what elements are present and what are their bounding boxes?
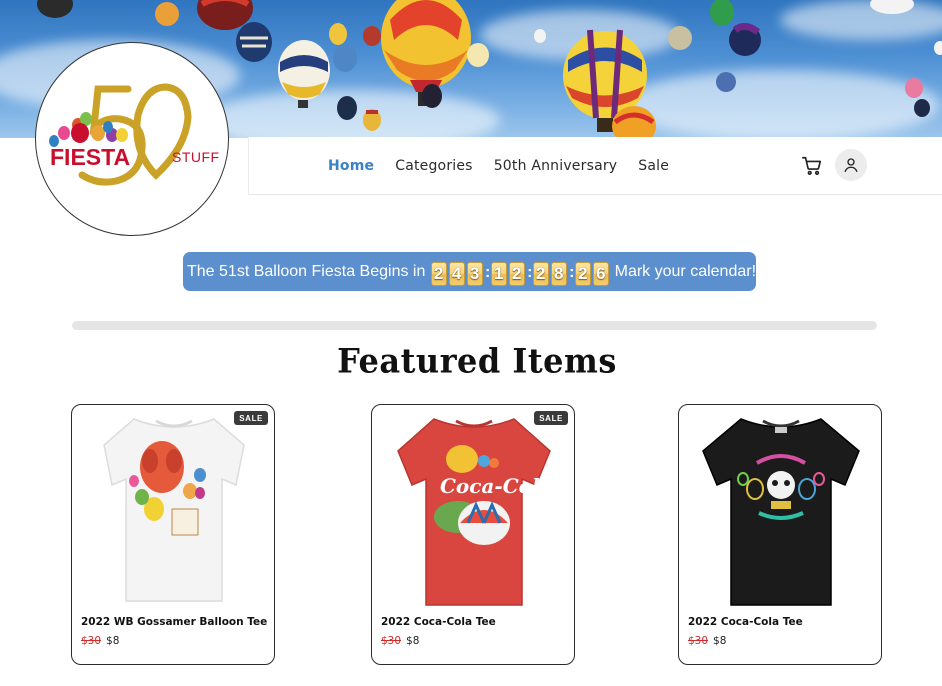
white-tshirt-image	[103, 418, 245, 602]
sale-badge: SALE	[234, 411, 268, 425]
original-price: $30	[81, 635, 102, 647]
product-price: $30 $8	[381, 635, 419, 647]
nav-sale[interactable]: Sale	[638, 158, 669, 174]
svg-text:Coca-Cola: Coca-Cola	[440, 474, 553, 498]
countdown-hours: Hours 1 2	[490, 246, 527, 286]
product-card-coca-cola-black-tee[interactable]: 2022 Coca-Cola Tee $30 $8	[678, 404, 882, 665]
product-name[interactable]: 2022 Coca-Cola Tee	[381, 616, 496, 628]
site-logo[interactable]: FIESTA STUFF	[35, 42, 229, 236]
digit: 3	[466, 261, 483, 286]
digit: 4	[448, 261, 465, 286]
product-price: $30 $8	[81, 635, 119, 647]
section-divider	[72, 321, 877, 330]
featured-items-title: Featured Items	[337, 341, 617, 381]
digit: 2	[430, 261, 447, 286]
shopping-cart-icon[interactable]	[801, 155, 823, 177]
countdown-suffix: Mark your calendar!	[614, 262, 757, 280]
red-tshirt-image: Coca-Cola	[397, 418, 553, 606]
digit: 1	[490, 261, 507, 286]
original-price: $30	[688, 635, 709, 647]
original-price: $30	[381, 635, 402, 647]
countdown-prefix: The 51st Balloon Fiesta Begins in	[187, 262, 426, 280]
digit: 8	[550, 261, 567, 286]
product-card-gossamer-tee[interactable]: SALE 2022 WB Gossamer Balloon Tee $30 $8	[71, 404, 275, 665]
digit: 2	[532, 261, 549, 286]
black-tshirt-image	[702, 418, 860, 606]
digit: 2	[508, 261, 525, 286]
nav-categories[interactable]: Categories	[395, 158, 472, 174]
product-price: $30 $8	[688, 635, 726, 647]
user-icon	[844, 158, 858, 173]
account-button[interactable]	[835, 149, 867, 181]
nav-home[interactable]: Home	[328, 158, 374, 174]
nav-50th-anniversary[interactable]: 50th Anniversary	[494, 158, 618, 174]
product-card-coca-cola-red-tee[interactable]: Coca-Cola SALE 2022 Coca-Cola Tee $30 $8	[371, 404, 575, 665]
fiesta-50-logo: FIESTA STUFF	[49, 83, 220, 186]
site-header: Home Categories 50th Anniversary Sale	[248, 137, 942, 195]
logo-suffix: STUFF	[172, 149, 220, 165]
digit: 6	[592, 261, 609, 286]
product-name[interactable]: 2022 WB Gossamer Balloon Tee	[81, 616, 267, 628]
sale-price: $8	[106, 635, 120, 647]
product-name[interactable]: 2022 Coca-Cola Tee	[688, 616, 803, 628]
logo-wordmark: FIESTA	[50, 144, 130, 170]
main-nav: Home Categories 50th Anniversary Sale	[328, 137, 690, 194]
countdown-seconds: Seconds 2 6	[574, 246, 611, 286]
digit: 2	[574, 261, 591, 286]
countdown-minutes: Minutes 2 8	[532, 246, 569, 286]
sale-price: $8	[406, 635, 420, 647]
fiesta-countdown-banner: The 51st Balloon Fiesta Begins in Days 2…	[183, 246, 757, 291]
sale-badge: SALE	[534, 411, 568, 425]
countdown-days: Days 2 4 3	[430, 246, 485, 286]
sale-price: $8	[713, 635, 727, 647]
